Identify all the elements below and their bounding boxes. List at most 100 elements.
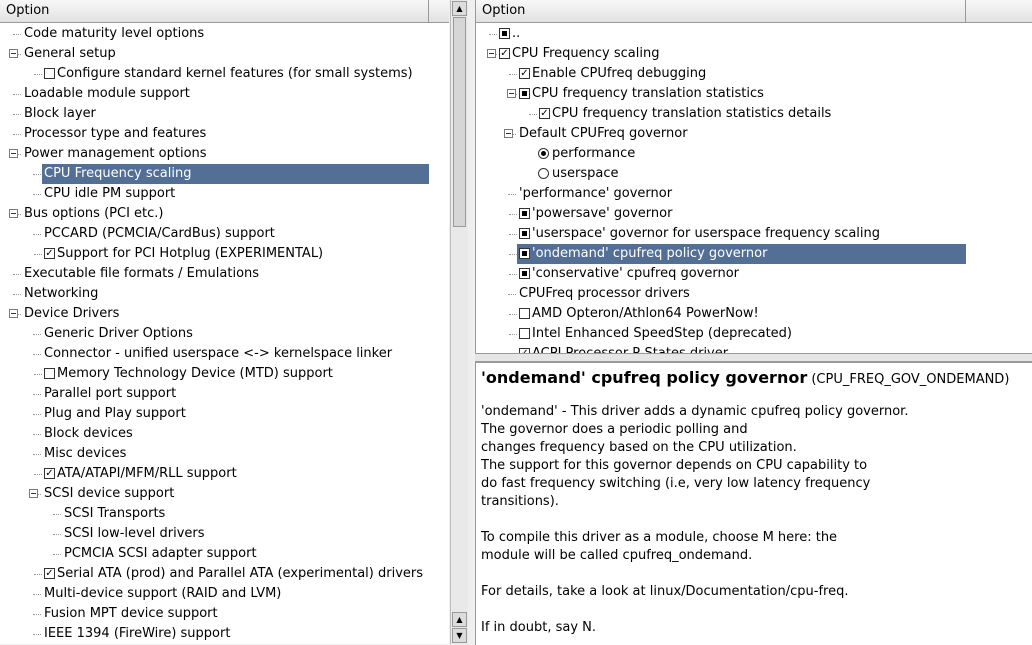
left-tree-row[interactable]: Block layer [0, 104, 449, 124]
collapse-expander-icon[interactable] [9, 209, 18, 218]
tree-row-label: CPU Frequency scaling [512, 46, 660, 61]
module-checkbox-icon[interactable] [519, 88, 530, 99]
left-option-tree[interactable]: Option Code maturity level options Genera… [0, 0, 449, 644]
left-tree-row[interactable]: Connector - unified userspace <-> kernel… [0, 344, 449, 364]
checked-checkbox-icon[interactable] [44, 468, 55, 479]
right-tree-row[interactable]: 'conservative' cpufreq governor [476, 264, 1032, 284]
right-tree-row[interactable]: Enable CPUfreq debugging [476, 64, 1032, 84]
scroll-down-arrow-icon[interactable]: ▼ [452, 628, 467, 643]
right-tree-row[interactable]: 'userspace' governor for userspace frequ… [476, 224, 1032, 244]
left-tree-row[interactable]: Power management options [0, 144, 449, 164]
left-tree-row[interactable]: Bus options (PCI etc.) [0, 204, 449, 224]
left-tree-row[interactable]: ATA/ATAPI/MFM/RLL support [0, 464, 449, 484]
left-tree-row[interactable]: SCSI Transports [0, 504, 449, 524]
left-tree-row[interactable]: Multi-device support (RAID and LVM) [0, 584, 449, 604]
right-tree-row[interactable]: 'performance' governor [476, 184, 1032, 204]
checked-checkbox-icon[interactable] [44, 248, 55, 259]
left-tree-row[interactable]: Block devices [0, 424, 449, 444]
checked-checkbox-icon[interactable] [499, 48, 510, 59]
right-tree-row[interactable]: userspace [476, 164, 1032, 184]
scrollbar-thumb[interactable] [453, 17, 466, 227]
checked-checkbox-icon[interactable] [539, 108, 550, 119]
left-tree-row[interactable]: Memory Technology Device (MTD) support [0, 364, 449, 384]
tree-row-label: AMD Opteron/Athlon64 PowerNow! [532, 306, 759, 321]
right-tree-row[interactable]: Intel Enhanced SpeedStep (deprecated) [476, 324, 1032, 344]
right-tree-row[interactable]: CPU frequency translation statistics det… [476, 104, 1032, 124]
collapse-expander-icon[interactable] [9, 149, 18, 158]
tree-branch-line [33, 194, 41, 195]
tree-row-label: Executable file formats / Emulations [24, 266, 260, 281]
left-tree-row[interactable]: SCSI device support [0, 484, 449, 504]
right-tree-row[interactable]: 'ondemand' cpufreq policy governor [476, 244, 1032, 264]
left-tree-row[interactable]: Code maturity level options [0, 24, 449, 44]
left-tree-row[interactable]: Plug and Play support [0, 404, 449, 424]
left-tree-row[interactable]: Loadable module support [0, 84, 449, 104]
empty-checkbox-icon[interactable] [519, 308, 530, 319]
left-tree-row[interactable]: Parallel port support [0, 384, 449, 404]
module-checkbox-icon[interactable] [519, 248, 530, 259]
left-tree-row[interactable]: Serial ATA (prod) and Parallel ATA (expe… [0, 564, 449, 584]
left-tree-row[interactable]: IEEE 1394 (FireWire) support [0, 624, 449, 644]
left-tree-row[interactable]: CPU idle PM support [0, 184, 449, 204]
collapse-expander-icon[interactable] [9, 49, 18, 58]
right-tree-row[interactable]: CPUFreq processor drivers [476, 284, 1032, 304]
module-checkbox-icon[interactable] [519, 208, 530, 219]
module-checkbox-icon[interactable] [519, 228, 530, 239]
collapse-expander-icon[interactable] [504, 129, 513, 138]
right-tree-row[interactable]: CPU Frequency scaling [476, 44, 1032, 64]
collapse-expander-icon[interactable] [487, 49, 496, 58]
empty-checkbox-icon[interactable] [519, 328, 530, 339]
scroll-up-arrow-icon[interactable]: ▲ [452, 1, 467, 16]
checked-checkbox-icon[interactable] [44, 568, 55, 579]
right-tree-row[interactable]: Default CPUFreq governor [476, 124, 1032, 144]
right-tree-row[interactable]: 'powersave' governor [476, 204, 1032, 224]
option-column-header[interactable]: Option [476, 0, 966, 22]
right-tree-row[interactable]: AMD Opteron/Athlon64 PowerNow! [476, 304, 1032, 324]
left-tree-row[interactable]: Configure standard kernel features (for … [0, 64, 449, 84]
tree-branch-line [33, 334, 41, 335]
selected-radio-icon[interactable] [538, 148, 549, 159]
scroll-up-arrow-icon[interactable]: ▲ [452, 612, 467, 627]
tree-row-label: Enable CPUfreq debugging [532, 66, 707, 81]
left-scrollbar[interactable]: ▲ ▲ ▼ [450, 0, 468, 644]
left-tree-row[interactable]: SCSI low-level drivers [0, 524, 449, 544]
right-tree-row[interactable]: .. [476, 24, 1032, 44]
right-tree-row[interactable]: CPU frequency translation statistics [476, 84, 1032, 104]
left-tree-row[interactable]: Support for PCI Hotplug (EXPERIMENTAL) [0, 244, 449, 264]
checked-checkbox-icon[interactable] [519, 68, 530, 79]
help-line: changes frequency based on the CPU utili… [481, 440, 797, 455]
left-tree-row[interactable]: Executable file formats / Emulations [0, 264, 449, 284]
left-tree-row[interactable]: Misc devices [0, 444, 449, 464]
right-tree-row[interactable]: ACPI Processor P-States driver [476, 344, 1032, 353]
empty-checkbox-icon[interactable] [44, 68, 55, 79]
tree-branch-line [13, 274, 21, 275]
right-tree-row[interactable]: performance [476, 144, 1032, 164]
left-tree-row[interactable]: CPU Frequency scaling [0, 164, 449, 184]
right-tree-header: Option [476, 0, 1032, 23]
tree-branch-line [13, 294, 21, 295]
left-tree-row[interactable]: Generic Driver Options [0, 324, 449, 344]
module-checkbox-icon[interactable] [519, 268, 530, 279]
unselected-radio-icon[interactable] [538, 168, 549, 179]
module-checkbox-icon[interactable] [499, 28, 510, 39]
tree-row-label: 'conservative' cpufreq governor [532, 266, 740, 281]
collapse-expander-icon[interactable] [507, 89, 516, 98]
collapse-expander-icon[interactable] [29, 489, 38, 498]
empty-checkbox-icon[interactable] [44, 368, 55, 379]
option-column-header[interactable]: Option [0, 0, 429, 22]
tree-row-label: Serial ATA (prod) and Parallel ATA (expe… [57, 566, 424, 581]
tree-branch-line [509, 314, 517, 315]
pane-splitter[interactable] [475, 353, 1032, 362]
left-tree-row[interactable]: Networking [0, 284, 449, 304]
left-tree-row[interactable]: PCCARD (PCMCIA/CardBus) support [0, 224, 449, 244]
left-tree-row[interactable]: Device Drivers [0, 304, 449, 324]
left-tree-row[interactable]: Fusion MPT device support [0, 604, 449, 624]
help-line: do fast frequency switching (i.e, very l… [481, 476, 871, 491]
right-option-tree[interactable]: Option .. CPU Frequency scaling Enable CPU… [475, 0, 1032, 353]
tree-row-label: CPU Frequency scaling [44, 166, 192, 181]
left-tree-row[interactable]: General setup [0, 44, 449, 64]
help-symbol: (CPU_FREQ_GOV_ONDEMAND) [811, 372, 1010, 387]
left-tree-row[interactable]: PCMCIA SCSI adapter support [0, 544, 449, 564]
left-tree-row[interactable]: Processor type and features [0, 124, 449, 144]
collapse-expander-icon[interactable] [9, 309, 18, 318]
